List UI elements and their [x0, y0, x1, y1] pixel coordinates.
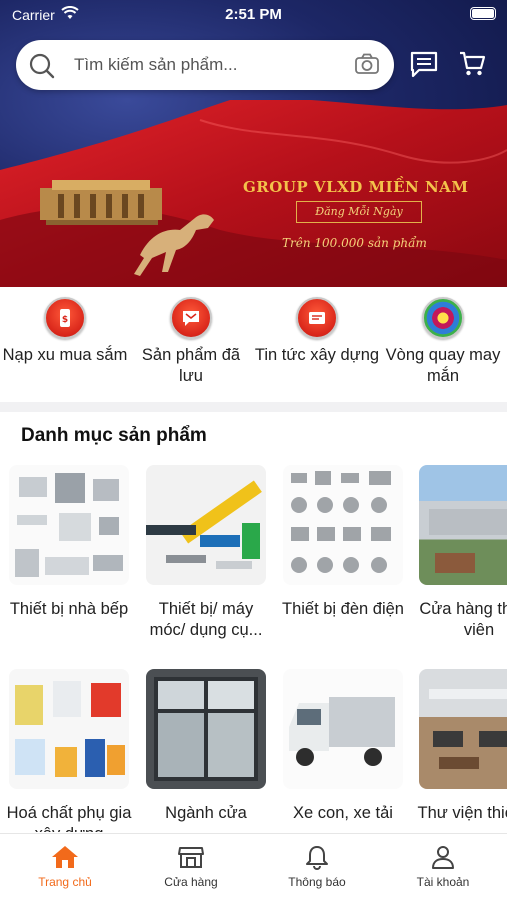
quick-action-label: Tin tức xây dựng	[254, 346, 380, 364]
section-divider	[0, 402, 507, 412]
category-tools-machines[interactable]: Thiết bị/ máy móc/ dụng cụ...	[141, 465, 271, 641]
category-image	[146, 669, 266, 789]
quick-action-label: Nạp xu mua sắm	[2, 346, 128, 364]
category-image	[146, 465, 266, 585]
quick-action-label: Vòng quay may mắn	[385, 346, 501, 385]
tab-label: Cửa hàng	[164, 875, 218, 889]
category-section-title: Danh mục sản phẩm	[21, 425, 207, 446]
category-label: Thiết bị/ máy móc/ dụng cụ...	[149, 600, 263, 639]
category-image	[9, 669, 129, 789]
category-label: Thiết bị nhà bếp	[9, 600, 129, 618]
search-input[interactable]: Tìm kiếm sản phẩm...	[74, 55, 237, 75]
category-label: Cửa hàng thành viên	[419, 600, 507, 639]
lucky-wheel-icon	[422, 297, 464, 339]
messages-icon[interactable]	[409, 50, 439, 78]
category-image	[419, 669, 507, 789]
store-icon	[178, 847, 204, 868]
cart-icon[interactable]	[458, 50, 486, 78]
category-member-stores[interactable]: Cửa hàng thành viên	[414, 465, 507, 641]
category-doors[interactable]: Ngành cửa	[141, 669, 271, 824]
banner-subtitle: Trên 100.000 sản phẩm	[282, 236, 427, 250]
news-icon	[296, 297, 338, 339]
camera-icon[interactable]	[354, 52, 380, 76]
saved-message-icon	[170, 297, 212, 339]
user-icon	[432, 846, 454, 869]
category-grid: Thiết bị nhà bếp Thiết bị/ máy móc/ dụng…	[0, 462, 507, 832]
tab-account[interactable]: Tài khoản	[380, 844, 506, 889]
tab-label: Thông báo	[288, 875, 346, 889]
tab-home[interactable]: Trang chủ	[2, 844, 128, 889]
status-time: 2:51 PM	[225, 6, 282, 23]
category-image	[419, 465, 507, 585]
tab-store[interactable]: Cửa hàng	[128, 844, 254, 889]
status-bar: Carrier 2:51 PM	[0, 0, 507, 32]
category-label: Hoá chất phụ gia xây dựng	[6, 804, 132, 832]
category-design-library[interactable]: Thư viện thiết kế	[414, 669, 507, 824]
tab-label: Trang chủ	[38, 875, 92, 889]
category-vehicles[interactable]: Xe con, xe tải	[278, 669, 408, 824]
search-bar[interactable]: Tìm kiếm sản phẩm...	[16, 40, 394, 90]
category-image	[283, 465, 403, 585]
category-label: Xe con, xe tải	[293, 804, 393, 822]
category-construction-chemicals[interactable]: Hoá chất phụ gia xây dựng	[4, 669, 134, 832]
category-image	[9, 465, 129, 585]
category-label: Thư viện thiết kế	[417, 804, 507, 822]
category-label: Thiết bị đèn điện	[281, 600, 404, 618]
battery-icon	[470, 7, 496, 20]
category-image	[283, 669, 403, 789]
hero-banner[interactable]: Carrier 2:51 PM Tìm kiếm sản phẩm... GRO…	[0, 0, 507, 287]
category-kitchen-equipment[interactable]: Thiết bị nhà bếp	[4, 465, 134, 620]
banner-tagline: Đăng Mỗi Ngày	[296, 201, 422, 223]
quick-action-label: Sản phẩm đã lưu	[141, 346, 241, 385]
wallet-icon: $	[44, 297, 86, 339]
bottom-tab-bar: Trang chủ Cửa hàng Thông báo Tài khoản	[0, 833, 507, 900]
home-icon	[52, 846, 78, 868]
banner-title: GROUP VLXD MIỀN NAM	[243, 178, 469, 196]
tab-label: Tài khoản	[416, 875, 470, 889]
quick-action-saved[interactable]: Sản phẩm đã lưu	[128, 297, 254, 387]
quick-actions: $ Nạp xu mua sắm Sản phẩm đã lưu Tin tức…	[0, 287, 507, 402]
search-icon	[29, 53, 55, 79]
category-label: Ngành cửa	[165, 804, 247, 822]
quick-action-news[interactable]: Tin tức xây dựng	[254, 297, 380, 366]
category-lighting[interactable]: Thiết bị đèn điện	[278, 465, 408, 620]
quick-action-top-up[interactable]: $ Nạp xu mua sắm	[2, 297, 128, 366]
svg-text:$: $	[62, 315, 68, 325]
app-screen: Carrier 2:51 PM Tìm kiếm sản phẩm... GRO…	[0, 0, 507, 900]
quick-action-lucky-wheel[interactable]: Vòng quay may mắn	[380, 297, 506, 387]
bell-icon	[306, 846, 328, 870]
tab-notifications[interactable]: Thông báo	[254, 844, 380, 889]
